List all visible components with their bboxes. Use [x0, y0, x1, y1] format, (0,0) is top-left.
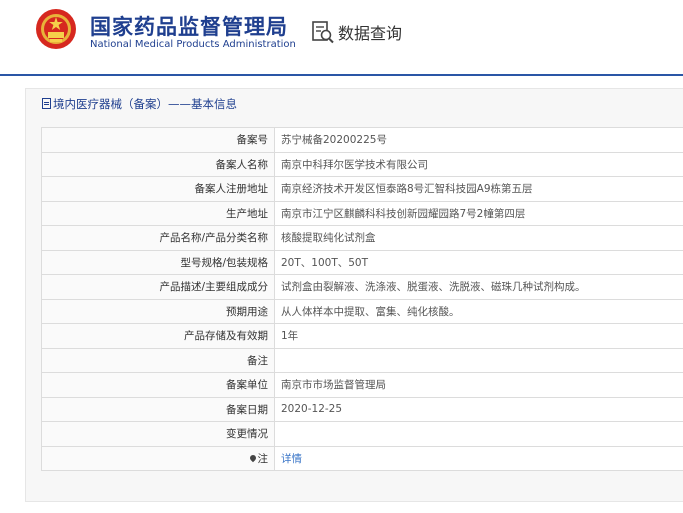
basic-info-table: 备案号 苏宁械备20200225号 备案人名称 南京中科拜尔医学技术有限公司 备案人…	[41, 127, 683, 471]
table-row: 产品存储及有效期 1年	[41, 323, 683, 349]
row-label: 生产地址	[41, 200, 275, 226]
header-divider	[0, 74, 683, 76]
row-label: 备案日期	[41, 396, 275, 422]
row-value	[274, 347, 683, 373]
data-query-link[interactable]: 数据查询	[338, 20, 402, 44]
table-row: 变更情况	[41, 421, 683, 447]
row-value: 南京中科拜尔医学技术有限公司	[274, 151, 683, 177]
row-value: 苏宁械备20200225号	[274, 127, 683, 153]
panel-title-text: 境内医疗器械（备案）——基本信息	[53, 97, 237, 111]
table-row: 产品描述/主要组成成分 试剂盒由裂解液、洗涤液、脱蛋液、洗脱液、磁珠几种试剂构成。	[41, 274, 683, 300]
note-label-text: 注	[257, 452, 269, 465]
data-query-icon[interactable]	[312, 20, 334, 44]
row-label: 变更情况	[41, 421, 275, 447]
row-label: 备案人注册地址	[41, 176, 275, 202]
table-row: 备案单位 南京市市场监督管理局	[41, 372, 683, 398]
row-value: 南京市市场监督管理局	[274, 372, 683, 398]
row-value: 2020-12-25	[274, 396, 683, 422]
row-label: 产品存储及有效期	[41, 323, 275, 349]
table-row: 备案号 苏宁械备20200225号	[41, 127, 683, 153]
table-row: 注详情	[41, 445, 683, 471]
agency-name-cn[interactable]: 国家药品监督管理局	[90, 11, 288, 41]
table-row: 预期用途 从人体样本中提取、富集、纯化核酸。	[41, 298, 683, 324]
row-value: 南京市江宁区麒麟科科技创新园耀园路7号2幢第四层	[274, 200, 683, 226]
table-row: 产品名称/产品分类名称 核酸提取纯化试剂盒	[41, 225, 683, 251]
row-label: 备案人名称	[41, 151, 275, 177]
row-label: 产品名称/产品分类名称	[41, 225, 275, 251]
table-row: 备注	[41, 347, 683, 373]
row-value: 南京经济技术开发区恒泰路8号汇智科技园A9栋第五层	[274, 176, 683, 202]
document-icon	[42, 98, 51, 109]
row-value: 1年	[274, 323, 683, 349]
agency-name-en[interactable]: National Medical Products Administration	[90, 39, 296, 50]
row-value: 20T、100T、50T	[274, 249, 683, 275]
panel-title: 境内医疗器械（备案）——基本信息	[42, 96, 237, 112]
row-value	[274, 421, 683, 447]
row-label: 产品描述/主要组成成分	[41, 274, 275, 300]
table-row: 型号规格/包装规格 20T、100T、50T	[41, 249, 683, 275]
info-panel: 境内医疗器械（备案）——基本信息 备案号 苏宁械备20200225号 备案人名称南…	[25, 88, 683, 502]
row-label: 备案号	[41, 127, 275, 153]
pin-icon	[248, 453, 257, 462]
table-row: 备案人注册地址 南京经济技术开发区恒泰路8号汇智科技园A9栋第五层	[41, 176, 683, 202]
row-value: 从人体样本中提取、富集、纯化核酸。	[274, 298, 683, 324]
details-link[interactable]: 详情	[274, 445, 683, 471]
table-row: 备案人名称 南京中科拜尔医学技术有限公司	[41, 151, 683, 177]
row-value: 试剂盒由裂解液、洗涤液、脱蛋液、洗脱液、磁珠几种试剂构成。	[274, 274, 683, 300]
row-label: 型号规格/包装规格	[41, 249, 275, 275]
site-header: 国家药品监督管理局 National Medical Products Admi…	[0, 0, 683, 74]
row-value: 核酸提取纯化试剂盒	[274, 225, 683, 251]
table-row: 备案日期 2020-12-25	[41, 396, 683, 422]
row-label: 预期用途	[41, 298, 275, 324]
national-emblem-icon	[36, 9, 76, 49]
row-label: 备案单位	[41, 372, 275, 398]
table-row: 生产地址 南京市江宁区麒麟科科技创新园耀园路7号2幢第四层	[41, 200, 683, 226]
row-label: 备注	[41, 347, 275, 373]
row-label-note: 注	[41, 445, 275, 471]
